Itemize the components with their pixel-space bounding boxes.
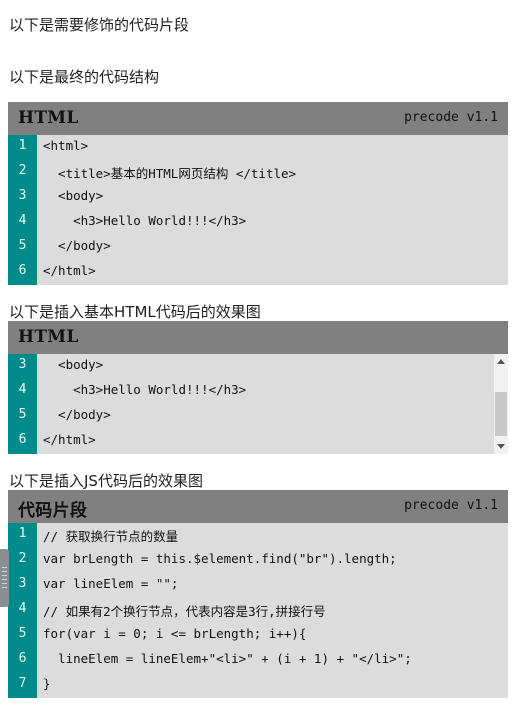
grip-line [2, 571, 7, 572]
grip-line [2, 579, 7, 580]
line-code: </body> [43, 238, 111, 253]
code-area[interactable]: 3 <body> 4 <h3>Hello World!!!</h3> 5 </b… [8, 354, 508, 454]
line-code: // 获取换行节点的数量 [43, 529, 179, 544]
intro-text-4: 以下是插入JS代码后的效果图 [9, 472, 203, 490]
line-code: <h3>Hello World!!!</h3> [43, 213, 247, 228]
line-number: 6 [18, 263, 27, 278]
vertical-scrollbar[interactable] [494, 354, 508, 454]
grip-line [2, 583, 7, 584]
code-line: 6 </html> [8, 429, 508, 454]
line-number: 7 [18, 676, 27, 691]
code-line: 2 var brLength = this.$element.find("br")… [8, 548, 508, 573]
line-code: </html> [43, 263, 96, 278]
line-code: <body> [43, 357, 104, 372]
code-line: 3 var lineElem = ""; [8, 573, 508, 598]
code-language-label: 代码片段 [18, 501, 88, 521]
line-code: // 如果有2个换行节点，代表内容是3行,拼接行号 [43, 604, 326, 619]
scroll-down-arrow-icon[interactable] [497, 444, 505, 449]
code-block-header: HTML [8, 321, 508, 354]
code-line: 3 <body> [8, 354, 508, 379]
code-line: 4 // 如果有2个换行节点，代表内容是3行,拼接行号 [8, 598, 508, 623]
scroll-up-arrow-icon[interactable] [497, 359, 505, 364]
code-line: 4 <h3>Hello World!!!</h3> [8, 379, 508, 404]
code-line: 3 <body> [8, 185, 508, 210]
code-line: 4 <h3>Hello World!!!</h3> [8, 210, 508, 235]
precode-version-label: precode v1.1 [404, 110, 498, 125]
line-number: 6 [18, 432, 27, 447]
line-number: 5 [18, 407, 27, 422]
code-line: 1 <html> [8, 135, 508, 160]
code-line: 5 </body> [8, 235, 508, 260]
code-block-header: HTML precode v1.1 [8, 102, 508, 135]
line-number: 4 [18, 601, 27, 616]
code-line: 5 </body> [8, 404, 508, 429]
line-number: 1 [18, 526, 27, 541]
line-number: 4 [18, 382, 27, 397]
code-line: 6 </html> [8, 260, 508, 285]
intro-text-1: 以下是需要修饰的代码片段 [9, 16, 190, 34]
line-number: 1 [18, 138, 27, 153]
code-block-header: 代码片段 precode v1.1 [8, 490, 508, 523]
intro-text-2: 以下是最终的代码结构 [9, 68, 160, 86]
line-code: </body> [43, 407, 111, 422]
code-line: 6 lineElem = lineElem+"<li>" + (i + 1) +… [8, 648, 508, 673]
line-code: <body> [43, 188, 104, 203]
line-number: 5 [18, 238, 27, 253]
line-number: 3 [18, 188, 27, 203]
line-code: for(var i = 0; i <= brLength; i++){ [43, 626, 307, 641]
code-area: 1 <html> 2 <title>基本的HTML网页结构 </title> 3 … [8, 135, 508, 285]
line-number: 2 [18, 551, 27, 566]
line-number: 2 [18, 163, 27, 178]
line-code: <h3>Hello World!!!</h3> [43, 382, 247, 397]
code-line: 5 for(var i = 0; i <= brLength; i++){ [8, 623, 508, 648]
line-number: 4 [18, 213, 27, 228]
line-number: 5 [18, 626, 27, 641]
line-number: 3 [18, 357, 27, 372]
code-line: 1 // 获取换行节点的数量 [8, 523, 508, 548]
line-number: 6 [18, 651, 27, 666]
side-drag-handle[interactable] [0, 549, 9, 607]
intro-text-3: 以下是插入基本HTML代码后的效果图 [9, 303, 261, 321]
code-line: 7} [8, 673, 508, 698]
grip-line [2, 587, 7, 588]
code-area: 1 // 获取换行节点的数量 2 var brLength = this.$elem… [8, 523, 508, 698]
code-language-label: HTML [18, 108, 79, 128]
grip-line [2, 567, 7, 568]
line-code: </html> [43, 432, 96, 447]
code-block-scrollable: HTML 3 <body> 4 <h3>Hello World!!!</h3> … [8, 321, 508, 454]
line-number: 3 [18, 576, 27, 591]
precode-version-label: precode v1.1 [404, 498, 498, 513]
line-code: } [43, 676, 51, 691]
line-code: <html> [43, 138, 89, 153]
line-code: var lineElem = ""; [43, 576, 179, 591]
line-code: var brLength = this.$element.find("br").… [43, 551, 397, 566]
code-block-final: HTML precode v1.1 1 <html> 2 <title>基本的HT… [8, 102, 508, 285]
code-line: 2 <title>基本的HTML网页结构 </title> [8, 160, 508, 185]
scrollbar-thumb[interactable] [495, 392, 507, 436]
line-code: lineElem = lineElem+"<li>" + (i + 1) + "… [43, 651, 412, 666]
code-language-label: HTML [18, 327, 79, 347]
line-code: <title>基本的HTML网页结构 </title> [43, 166, 297, 181]
grip-line [2, 575, 7, 576]
code-block-js: 代码片段 precode v1.1 1 // 获取换行节点的数量 2 var brL… [8, 490, 508, 698]
